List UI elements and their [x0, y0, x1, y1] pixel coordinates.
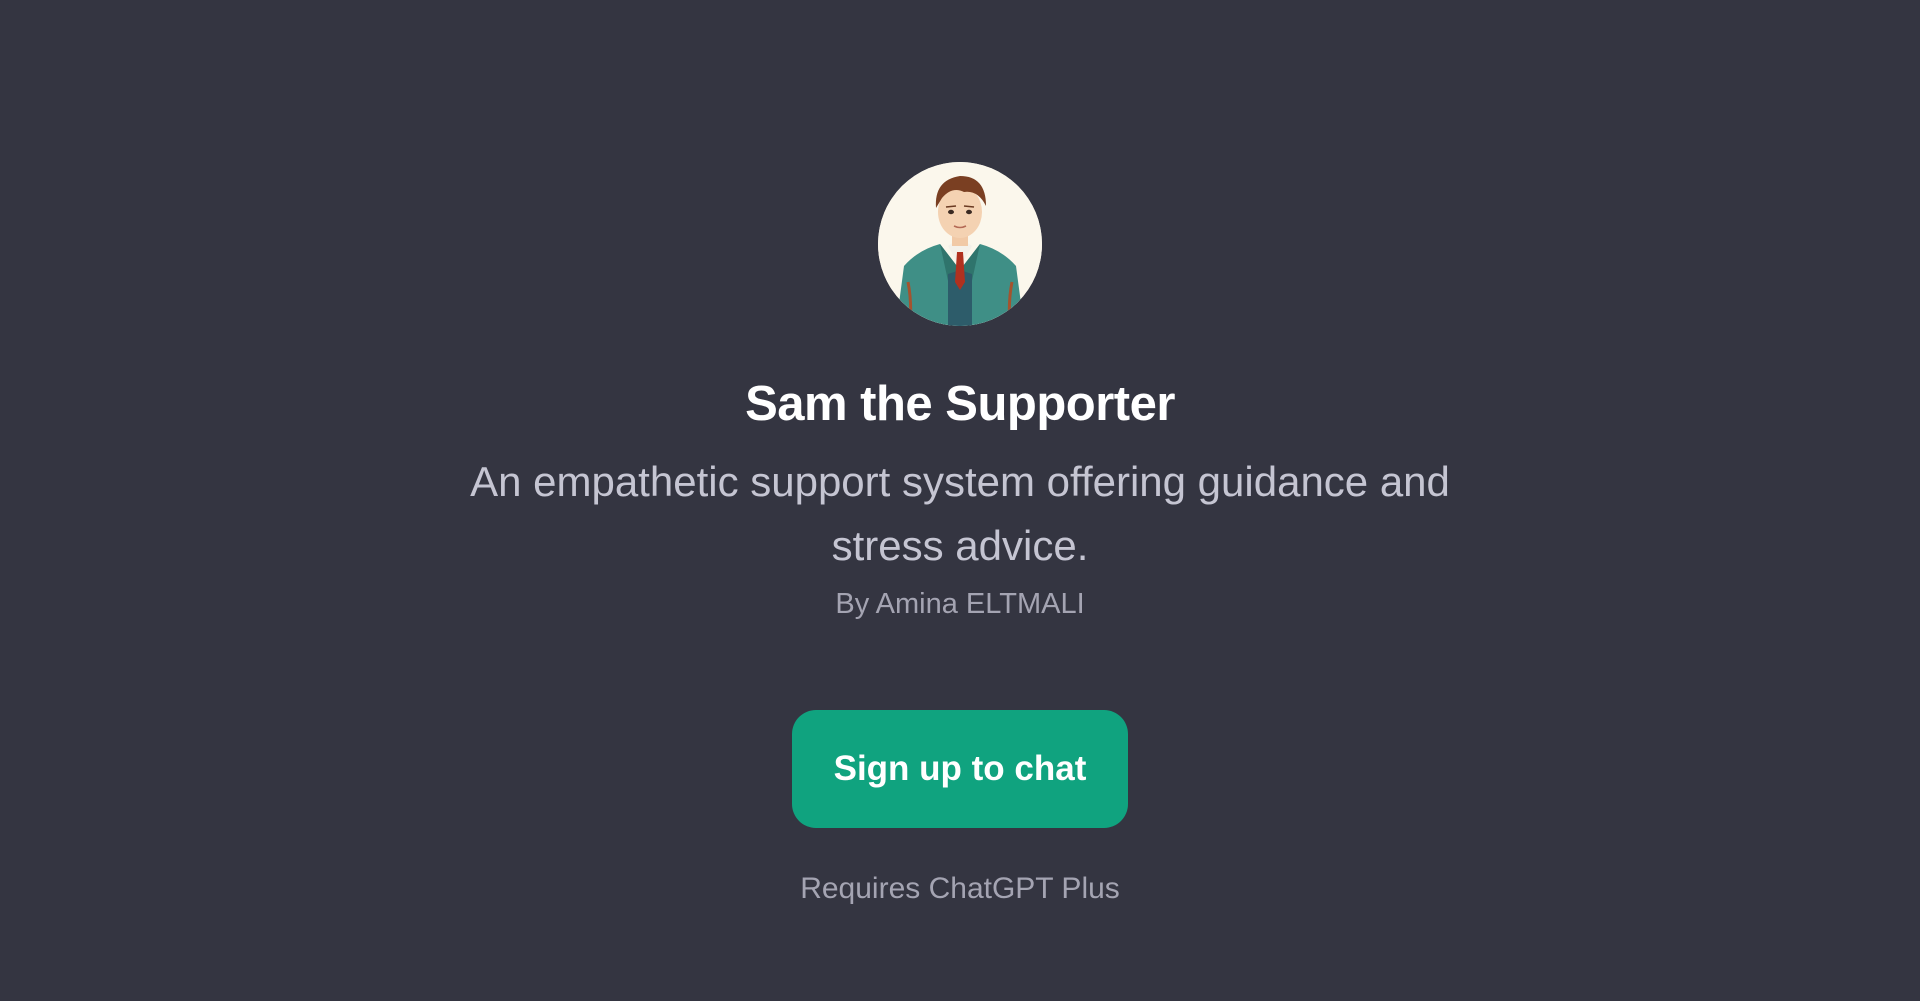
gpt-description: An empathetic support system offering gu…	[470, 458, 1450, 569]
plus-requirement-note: Requires ChatGPT Plus	[800, 872, 1120, 905]
gpt-landing-page: Sam the Supporter An empathetic support …	[0, 0, 1920, 1001]
avatar	[878, 162, 1042, 326]
person-in-suit-avatar-icon	[878, 162, 1042, 326]
sign-up-to-chat-button[interactable]: Sign up to chat	[792, 710, 1128, 828]
gpt-author: By Amina ELTMALI	[835, 588, 1085, 620]
gpt-title: Sam the Supporter	[745, 377, 1175, 431]
